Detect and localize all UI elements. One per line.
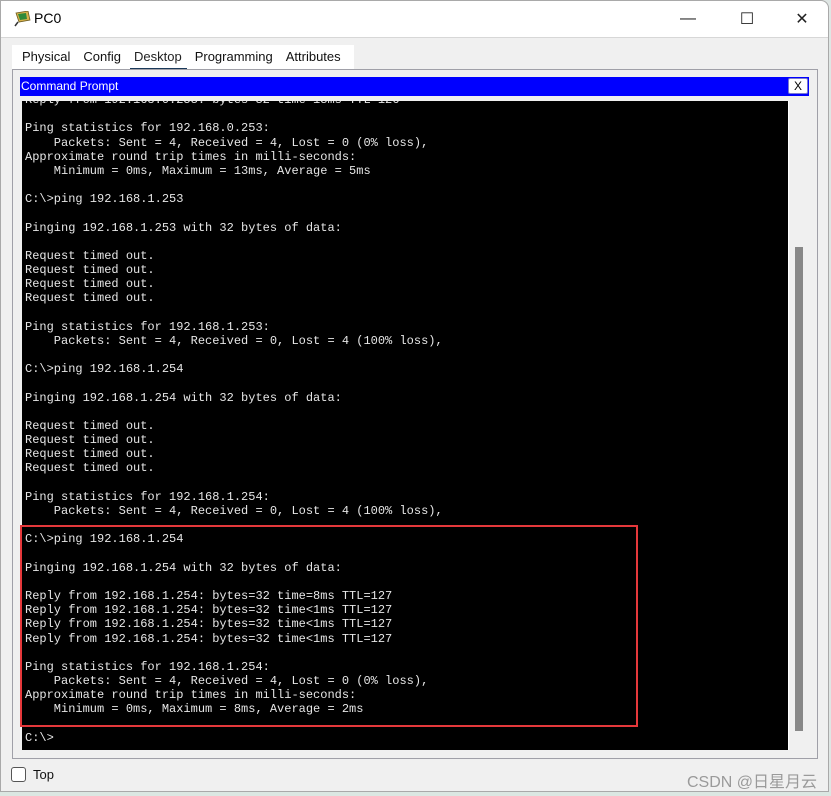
tab-physical[interactable]: Physical bbox=[16, 45, 77, 69]
terminal-line: Reply from 192.168.1.254: bytes=32 time<… bbox=[25, 603, 393, 618]
minimize-icon: — bbox=[680, 10, 696, 27]
terminal-scrollbar[interactable] bbox=[788, 101, 808, 750]
terminal-line: Reply from 192.168.1.254: bytes=32 time=… bbox=[25, 589, 393, 604]
top-checkbox[interactable] bbox=[11, 767, 26, 782]
command-prompt-header: Command Prompt X bbox=[20, 77, 809, 96]
terminal-line: C:\>ping 192.168.1.253 bbox=[25, 192, 184, 207]
terminal-line: Packets: Sent = 4, Received = 4, Lost = … bbox=[25, 135, 429, 150]
tab-programming[interactable]: Programming bbox=[189, 45, 280, 69]
terminal-line: Packets: Sent = 4, Received = 4, Lost = … bbox=[25, 674, 429, 689]
tab-bar: Physical Config Desktop Programming Attr… bbox=[12, 45, 354, 71]
terminal-line: Reply from 192.168.0.253: bytes=32 time=… bbox=[25, 101, 443, 107]
minimize-button[interactable]: — bbox=[668, 7, 708, 31]
close-button[interactable]: ✕ bbox=[782, 7, 822, 31]
terminal-line: Ping statistics for 192.168.1.254: bbox=[25, 659, 270, 674]
tab-config[interactable]: Config bbox=[77, 45, 128, 69]
terminal-line: Request timed out. bbox=[25, 418, 155, 433]
maximize-icon: ☐ bbox=[739, 11, 755, 28]
terminal-line: Request timed out. bbox=[25, 447, 155, 462]
terminal-line: Reply from 192.168.1.254: bytes=32 time<… bbox=[25, 631, 393, 646]
terminal-line: Ping statistics for 192.168.1.254: bbox=[25, 489, 270, 504]
terminal-text: Reply from 192.168.0.253: bytes=32 time=… bbox=[25, 101, 443, 745]
terminal-line: Reply from 192.168.1.254: bytes=32 time<… bbox=[25, 617, 393, 632]
terminal-line: Minimum = 0ms, Maximum = 8ms, Average = … bbox=[25, 702, 364, 717]
watermark: CSDN @日星月云 bbox=[686, 774, 817, 791]
terminal-line: Request timed out. bbox=[25, 263, 155, 278]
terminal-line: Minimum = 0ms, Maximum = 13ms, Average =… bbox=[25, 163, 371, 178]
command-prompt-title: Command Prompt bbox=[21, 79, 119, 93]
terminal-line: C:\>ping 192.168.1.254 bbox=[25, 362, 184, 377]
tab-attributes[interactable]: Attributes bbox=[280, 45, 348, 69]
terminal-line: C:\>ping 192.168.1.254 bbox=[25, 532, 184, 547]
terminal-line: Pinging 192.168.1.254 with 32 bytes of d… bbox=[25, 390, 342, 405]
terminal-line: Ping statistics for 192.168.0.253: bbox=[25, 121, 270, 136]
terminal-line: Packets: Sent = 4, Received = 0, Lost = … bbox=[25, 503, 443, 518]
window-title: PC0 bbox=[34, 10, 62, 26]
scrollbar-thumb[interactable] bbox=[795, 247, 803, 731]
terminal-line: Ping statistics for 192.168.1.253: bbox=[25, 319, 270, 334]
packet-tracer-pc-icon bbox=[14, 11, 31, 27]
terminal-line: Request timed out. bbox=[25, 277, 155, 292]
terminal-line: Pinging 192.168.1.253 with 32 bytes of d… bbox=[25, 220, 342, 235]
terminal-line: Request timed out. bbox=[25, 248, 155, 263]
desktop-background-strip bbox=[0, 792, 831, 796]
command-prompt-close-button[interactable]: X bbox=[788, 78, 808, 94]
top-checkbox-label: Top bbox=[33, 767, 54, 782]
terminal-output[interactable]: Reply from 192.168.0.253: bytes=32 time=… bbox=[22, 101, 788, 750]
maximize-button[interactable]: ☐ bbox=[727, 7, 767, 31]
terminal-line: Pinging 192.168.1.254 with 32 bytes of d… bbox=[25, 560, 342, 575]
terminal-line: Approximate round trip times in milli-se… bbox=[25, 149, 357, 164]
tab-desktop[interactable]: Desktop bbox=[128, 45, 189, 71]
terminal-line: Request timed out. bbox=[25, 461, 155, 476]
terminal-line: C:\> bbox=[25, 730, 54, 745]
close-icon: ✕ bbox=[795, 11, 809, 28]
terminal-line: Request timed out. bbox=[25, 433, 155, 448]
title-bar: PC0 — ☐ ✕ bbox=[1, 1, 828, 38]
terminal-line: Approximate round trip times in milli-se… bbox=[25, 688, 357, 703]
terminal-line: Packets: Sent = 4, Received = 0, Lost = … bbox=[25, 333, 443, 348]
terminal-line: Request timed out. bbox=[25, 291, 155, 306]
